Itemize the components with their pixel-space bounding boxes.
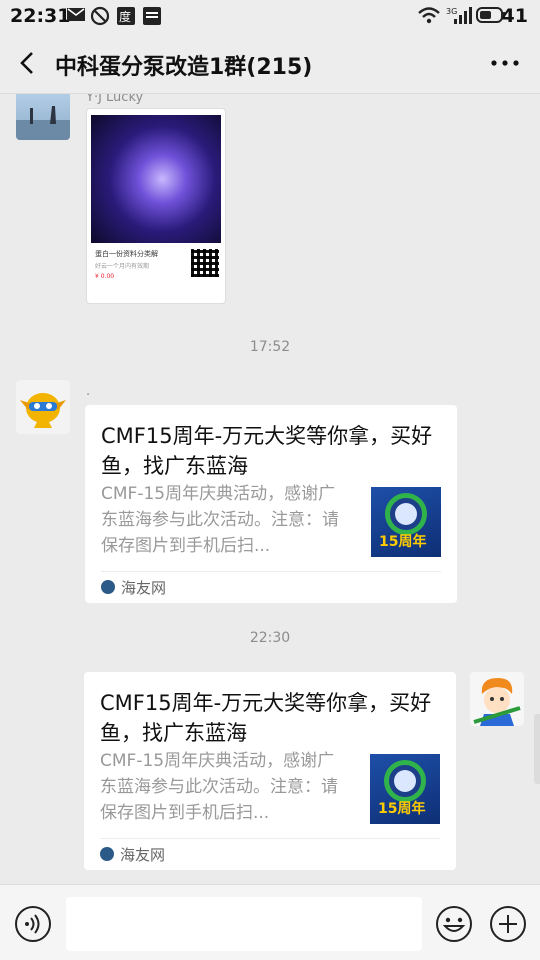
avatar-image	[470, 672, 524, 726]
avatar-image	[16, 94, 70, 140]
message-input[interactable]	[66, 897, 422, 951]
qr-code	[191, 249, 219, 277]
source-logo-icon	[101, 580, 115, 594]
link-description: CMF-15周年庆典活动，感谢广东蓝海参与此次活动。注意：请保存图片到手机后扫.…	[100, 751, 338, 823]
image-subcaption: 好云一个月内有效期	[95, 263, 150, 270]
input-bar	[0, 884, 540, 960]
link-description: CMF-15周年庆典活动，感谢广东蓝海参与此次活动。注意：请保存图片到手机后扫.…	[101, 484, 339, 556]
wifi-icon	[418, 7, 440, 24]
link-card-message-own[interactable]: CMF15周年-万元大奖等你拿，买好鱼，找广东蓝海 CMF-15周年庆典活动，感…	[84, 672, 456, 870]
thumbnail-logo	[395, 503, 417, 525]
thumbnail-badge: 15周年	[379, 534, 427, 550]
avatar-sender-2[interactable]	[16, 380, 70, 434]
link-thumbnail: 15周年	[370, 754, 440, 824]
sender-name: .	[86, 384, 91, 399]
link-source: 海友网	[120, 846, 166, 864]
battery-level: 41	[501, 5, 528, 27]
link-thumbnail: 15周年	[371, 487, 441, 557]
thumbnail-logo	[394, 770, 416, 792]
signal-icon: 3G	[446, 7, 472, 24]
avatar-image	[16, 380, 70, 434]
chat-header: 中科蛋分泵改造1群(215)	[0, 32, 540, 94]
app-notification-icon: 度	[117, 7, 135, 25]
voice-input-button[interactable]	[14, 905, 52, 943]
more-actions-plus-button[interactable]	[489, 905, 527, 943]
timestamp: 22:30	[249, 630, 291, 646]
more-options-button[interactable]	[490, 58, 520, 68]
chat-message-list[interactable]: Y·J Lucky 蛋白一份资料分类解 好云一个月内有效期 ¥ 0.00 17:…	[0, 94, 540, 884]
link-title: CMF15周年-万元大奖等你拿，买好鱼，找广东蓝海	[101, 424, 433, 478]
coral-photo	[91, 115, 221, 243]
link-title: CMF15周年-万元大奖等你拿，买好鱼，找广东蓝海	[100, 691, 432, 745]
source-logo-icon	[100, 847, 114, 861]
scrollbar-handle[interactable]	[534, 714, 540, 784]
news-icon	[143, 7, 161, 25]
svg-text:度: 度	[119, 9, 131, 24]
emoji-button[interactable]	[435, 905, 473, 943]
mail-icon	[67, 8, 85, 21]
dnd-icon	[90, 6, 110, 26]
avatar-yj-lucky[interactable]	[16, 94, 70, 140]
timestamp: 17:52	[249, 339, 291, 355]
link-divider	[101, 571, 441, 572]
image-caption: 蛋白一份资料分类解	[95, 250, 158, 258]
thumbnail-badge: 15周年	[378, 801, 426, 817]
status-time: 22:31	[10, 5, 71, 27]
sender-name: Y·J Lucky	[86, 94, 144, 105]
image-message[interactable]: 蛋白一份资料分类解 好云一个月内有效期 ¥ 0.00	[86, 108, 226, 304]
svg-text:3G: 3G	[446, 7, 457, 16]
status-bar: 22:31 度 3G 41	[0, 0, 540, 32]
image-price: ¥ 0.00	[95, 273, 115, 280]
link-source: 海友网	[121, 579, 167, 597]
chat-title: 中科蛋分泵改造1群(215)	[55, 55, 313, 80]
avatar-self[interactable]	[470, 672, 524, 726]
link-card-message[interactable]: CMF15周年-万元大奖等你拿，买好鱼，找广东蓝海 CMF-15周年庆典活动，感…	[85, 405, 457, 603]
link-divider	[100, 838, 440, 839]
back-button[interactable]	[14, 48, 42, 78]
